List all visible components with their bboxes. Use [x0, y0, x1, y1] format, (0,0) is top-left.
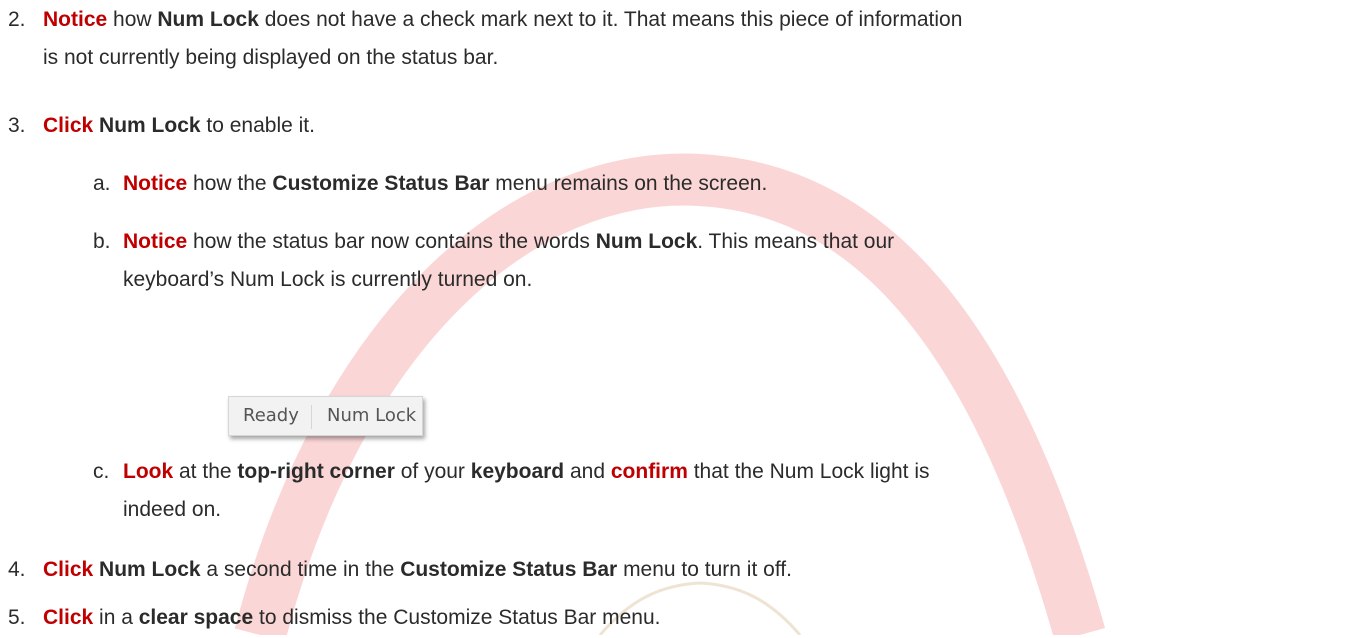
status-separator	[311, 405, 312, 429]
step-number: 4.	[8, 558, 26, 581]
step-text-line: Notice how the status bar now contains t…	[123, 230, 895, 253]
step-text-line: Click in a clear space to dismiss the Cu…	[43, 606, 661, 629]
step-text-line: Click Num Lock a second time in the Cust…	[43, 558, 792, 581]
step-number: 3.	[8, 114, 26, 137]
step-number: 5.	[8, 606, 26, 629]
step-text-line: Look at the top-right corner of your key…	[123, 460, 930, 483]
status-numlock-text: Num Lock	[327, 405, 417, 426]
step-text-line: Click Num Lock to enable it.	[43, 114, 315, 137]
step-text-line: is not currently being displayed on the …	[43, 46, 499, 69]
step-number: 2.	[8, 8, 26, 31]
step-text-line: Notice how Num Lock does not have a chec…	[43, 8, 963, 31]
step-text-line: indeed on.	[123, 498, 222, 521]
step-text-line: keyboard’s Num Lock is currently turned …	[123, 268, 533, 291]
substep-letter: a.	[93, 172, 111, 195]
status-bar-image: Ready Num Lock	[228, 396, 423, 436]
substep-letter: c.	[93, 460, 110, 483]
step-text-line: Notice how the Customize Status Bar menu…	[123, 172, 768, 195]
substep-letter: b.	[93, 230, 111, 253]
instructions-document: 2. Notice how Num Lock does not have a c…	[0, 0, 1353, 635]
status-ready-text: Ready	[243, 405, 299, 426]
